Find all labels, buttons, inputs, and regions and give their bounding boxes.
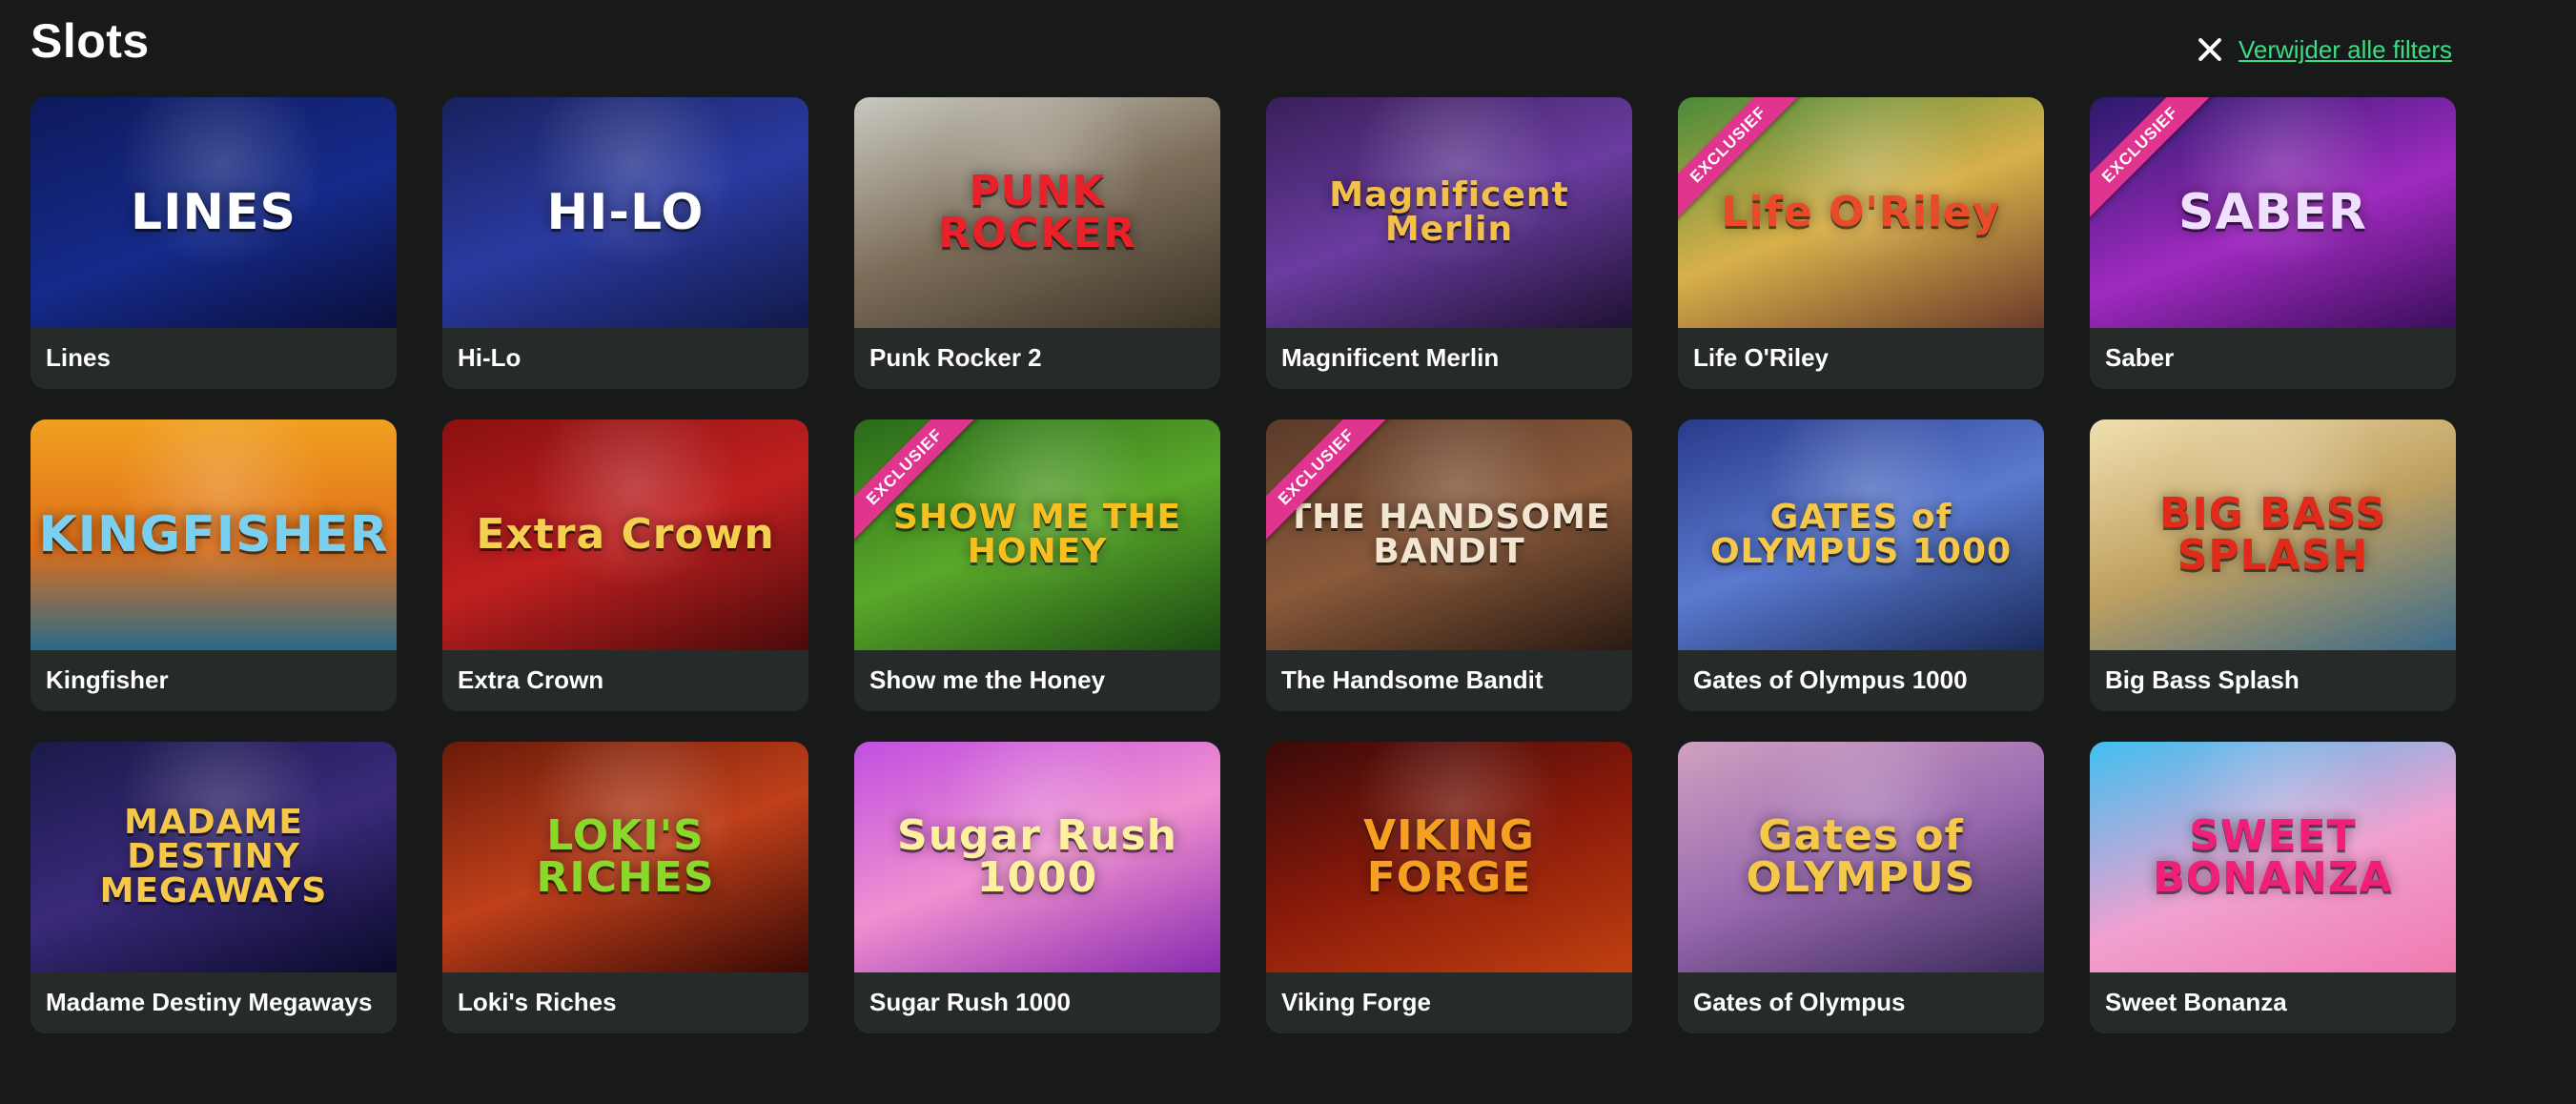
- game-thumbnail[interactable]: Sugar Rush 1000: [854, 742, 1220, 972]
- game-card[interactable]: MADAME DESTINY MEGAWAYS Madame Destiny Me…: [31, 742, 397, 1033]
- game-title[interactable]: Madame Destiny Megaways: [46, 988, 372, 1017]
- game-title[interactable]: Extra Crown: [458, 665, 603, 695]
- game-thumbnail[interactable]: Extra Crown: [442, 419, 808, 650]
- game-thumbnail[interactable]: HI-LO: [442, 97, 808, 328]
- game-logo: HI-LO: [546, 184, 705, 241]
- thumbnail-art: [116, 97, 326, 269]
- game-thumbnail[interactable]: LOKI'S RICHES: [442, 742, 808, 972]
- game-card[interactable]: SHOW ME THE HONEY EXCLUSIEF Show me the Ho…: [854, 419, 1220, 711]
- game-card[interactable]: Gates of OLYMPUS Gates of Olympus: [1678, 742, 2044, 1033]
- game-thumbnail[interactable]: Gates of OLYMPUS: [1678, 742, 2044, 972]
- game-logo: PUNK ROCKER: [938, 167, 1136, 257]
- thumbnail-art: [116, 419, 326, 591]
- game-logo: Magnificent Merlin: [1329, 175, 1569, 249]
- game-thumbnail[interactable]: Magnificent Merlin: [1266, 97, 1632, 328]
- game-card[interactable]: BIG BASS SPLASH Big Bass Splash: [2090, 419, 2456, 711]
- game-thumbnail[interactable]: LINES: [31, 97, 397, 328]
- game-card[interactable]: HI-LO Hi-Lo: [442, 97, 808, 389]
- game-title[interactable]: Life O'Riley: [1693, 343, 1829, 373]
- game-logo: Sugar Rush 1000: [897, 811, 1177, 902]
- game-grid: LINES Lines HI-LO Hi-Lo PUNK ROCKER Punk Rock…: [31, 97, 2456, 1033]
- game-card[interactable]: PUNK ROCKER Punk Rocker 2: [854, 97, 1220, 389]
- game-card[interactable]: SWEET BONANZA Sweet Bonanza: [2090, 742, 2456, 1033]
- game-logo: Life O'Riley: [1721, 188, 2001, 236]
- game-thumbnail[interactable]: KINGFISHER: [31, 419, 397, 650]
- game-title[interactable]: Gates of Olympus: [1693, 988, 1906, 1017]
- game-logo: LOKI'S RICHES: [536, 811, 715, 902]
- game-card[interactable]: KINGFISHER Kingfisher: [31, 419, 397, 711]
- page-title: Slots: [31, 14, 150, 68]
- game-logo: KINGFISHER: [38, 506, 389, 563]
- game-card[interactable]: LINES Lines: [31, 97, 397, 389]
- game-card[interactable]: LOKI'S RICHES Loki's Riches: [442, 742, 808, 1033]
- game-thumbnail[interactable]: BIG BASS SPLASH: [2090, 419, 2456, 650]
- game-logo: VIKING FORGE: [1363, 811, 1535, 902]
- clear-filters-link[interactable]: Verwijder alle filters: [2239, 35, 2452, 65]
- clear-filters-button[interactable]: Verwijder alle filters: [2195, 34, 2452, 65]
- close-icon: [2195, 34, 2225, 65]
- game-logo: GATES of OLYMPUS 1000: [1709, 498, 2013, 571]
- game-title[interactable]: Hi-Lo: [458, 343, 521, 373]
- game-logo: BIG BASS SPLASH: [2158, 489, 2387, 580]
- game-card[interactable]: SABER EXCLUSIEF Saber: [2090, 97, 2456, 389]
- game-thumbnail[interactable]: THE HANDSOME BANDIT EXCLUSIEF: [1266, 419, 1632, 650]
- game-logo: MADAME DESTINY MEGAWAYS: [99, 803, 328, 910]
- game-logo: SHOW ME THE HONEY: [892, 498, 1182, 571]
- game-thumbnail[interactable]: MADAME DESTINY MEGAWAYS: [31, 742, 397, 972]
- game-thumbnail[interactable]: Life O'Riley EXCLUSIEF: [1678, 97, 2044, 328]
- game-title[interactable]: Viking Forge: [1281, 988, 1431, 1017]
- game-card[interactable]: Life O'Riley EXCLUSIEF Life O'Riley: [1678, 97, 2044, 389]
- game-card[interactable]: Extra Crown Extra Crown: [442, 419, 808, 711]
- game-thumbnail[interactable]: VIKING FORGE: [1266, 742, 1632, 972]
- game-title[interactable]: Sweet Bonanza: [2105, 988, 2287, 1017]
- game-title[interactable]: Punk Rocker 2: [869, 343, 1042, 373]
- game-card[interactable]: Sugar Rush 1000 Sugar Rush 1000: [854, 742, 1220, 1033]
- game-card[interactable]: GATES of OLYMPUS 1000 Gates of Olympus 10…: [1678, 419, 2044, 711]
- game-logo: Gates of OLYMPUS: [1746, 811, 1976, 902]
- game-card[interactable]: Magnificent Merlin Magnificent Merlin: [1266, 97, 1632, 389]
- game-title[interactable]: Sugar Rush 1000: [869, 988, 1071, 1017]
- game-thumbnail[interactable]: GATES of OLYMPUS 1000: [1678, 419, 2044, 650]
- game-thumbnail[interactable]: PUNK ROCKER: [854, 97, 1220, 328]
- thumbnail-art: [2176, 97, 2385, 269]
- game-thumbnail[interactable]: SWEET BONANZA: [2090, 742, 2456, 972]
- game-title[interactable]: Saber: [2105, 343, 2174, 373]
- game-title[interactable]: The Handsome Bandit: [1281, 665, 1543, 695]
- game-title[interactable]: Show me the Honey: [869, 665, 1105, 695]
- game-logo: SABER: [2178, 184, 2367, 241]
- game-logo: THE HANDSOME BANDIT: [1287, 498, 1611, 571]
- game-logo: LINES: [131, 184, 296, 241]
- game-thumbnail[interactable]: SABER EXCLUSIEF: [2090, 97, 2456, 328]
- game-logo: SWEET BONANZA: [2153, 811, 2393, 902]
- game-title[interactable]: Big Bass Splash: [2105, 665, 2300, 695]
- game-thumbnail[interactable]: SHOW ME THE HONEY EXCLUSIEF: [854, 419, 1220, 650]
- game-title[interactable]: Magnificent Merlin: [1281, 343, 1499, 373]
- game-logo: Extra Crown: [476, 510, 775, 559]
- game-title[interactable]: Kingfisher: [46, 665, 169, 695]
- game-title[interactable]: Lines: [46, 343, 111, 373]
- game-card[interactable]: THE HANDSOME BANDIT EXCLUSIEF The Handsome…: [1266, 419, 1632, 711]
- game-title[interactable]: Loki's Riches: [458, 988, 617, 1017]
- game-card[interactable]: VIKING FORGE Viking Forge: [1266, 742, 1632, 1033]
- thumbnail-art: [1764, 97, 1973, 269]
- game-title[interactable]: Gates of Olympus 1000: [1693, 665, 1968, 695]
- thumbnail-art: [528, 419, 738, 591]
- thumbnail-art: [528, 97, 738, 269]
